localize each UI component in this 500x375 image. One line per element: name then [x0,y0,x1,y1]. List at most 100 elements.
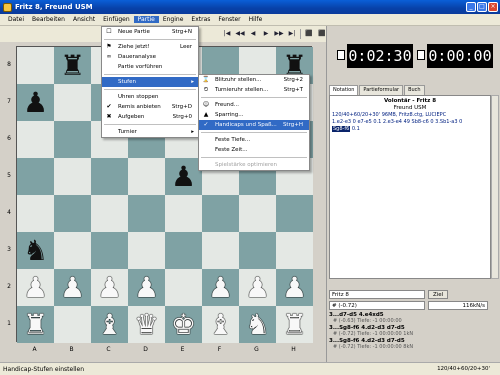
chess-piece[interactable]: ♚ [171,310,196,339]
square-g1[interactable]: ♞ [239,306,276,343]
menu-engine[interactable]: Engine [159,16,188,23]
square-g3[interactable] [239,232,276,269]
square-e1[interactable]: ♚ [165,306,202,343]
toolbar-button-2[interactable]: ◀ [248,29,258,39]
square-c4[interactable] [91,195,128,232]
menu-item-handicaps-und-spa[interactable]: ✓ Handicaps und Spaß... Strg+H [199,120,309,130]
menu-item-sparring[interactable]: ▲ Sparring... [199,110,309,120]
toolbar-button-5[interactable]: ▶| [287,29,297,39]
menu-item-partie-vorf-hren[interactable]: Partie vorführen [102,62,198,72]
chess-piece[interactable]: ♟ [208,273,233,302]
tab-partieformular[interactable]: Partieformular [359,85,404,95]
menu-datei[interactable]: Datei [4,16,28,23]
square-f1[interactable]: ♝ [202,306,239,343]
square-f2[interactable]: ♟ [202,269,239,306]
square-b8[interactable]: ♜ [54,47,91,84]
chess-piece[interactable]: ♜ [282,310,307,339]
square-h2[interactable]: ♟ [276,269,313,306]
menu-fenster[interactable]: Fenster [214,16,244,23]
menu-item-blitzuhr-stellen[interactable]: ⌛ Blitzuhr stellen... Strg+2 [199,75,309,85]
square-c5[interactable] [91,158,128,195]
square-d3[interactable] [128,232,165,269]
menu-item-remis-anbieten[interactable]: ✔ Remis anbieten Strg+D [102,102,198,112]
square-e2[interactable] [165,269,202,306]
chess-piece[interactable]: ♟ [171,162,196,191]
square-b1[interactable] [54,306,91,343]
square-a6[interactable] [17,121,54,158]
square-e3[interactable] [165,232,202,269]
square-f4[interactable] [202,195,239,232]
menu-hilfe[interactable]: Hilfe [245,16,267,23]
menu-einfügen[interactable]: Einfügen [99,16,133,23]
menu-item-uhren-stoppen[interactable]: Uhren stoppen [102,92,198,102]
chess-piece[interactable]: ♟ [97,273,122,302]
square-d2[interactable]: ♟ [128,269,165,306]
chess-piece[interactable]: ♟ [60,273,85,302]
engine-line[interactable]: 3...Sg8-f6 4.d2-d3 d7-d5 # (-0.72) Tiefe:… [329,325,499,337]
maximize-button[interactable]: □ [477,2,487,12]
chess-piece[interactable]: ♞ [245,310,270,339]
square-b6[interactable] [54,121,91,158]
square-h4[interactable] [276,195,313,232]
square-h1[interactable]: ♜ [276,306,313,343]
square-e4[interactable] [165,195,202,232]
square-a5[interactable] [17,158,54,195]
menu-partie[interactable]: Partie [133,16,159,23]
menu-item-feste-tiefe[interactable]: Feste Tiefe... [199,135,309,145]
chess-piece[interactable]: ♟ [245,273,270,302]
notation-scrollbar[interactable] [491,95,499,279]
current-move[interactable]: Sg8-f6 [332,126,351,132]
menu-item-stufen[interactable]: Stufen ▸ [102,77,198,87]
chess-piece[interactable]: ♞ [23,236,48,265]
chess-piece[interactable]: ♝ [97,310,122,339]
engine-line[interactable]: 3...Sg8-f6 4.d2-d3 d7-d5 # (-0.72) Tiefe:… [329,338,499,350]
square-d4[interactable] [128,195,165,232]
tab-buch[interactable]: Buch [404,85,425,95]
square-g4[interactable] [239,195,276,232]
menu-item-freund[interactable]: ☺ Freund... [199,100,309,110]
chess-piece[interactable]: ♜ [60,51,85,80]
menu-item-turnieruhr-stellen[interactable]: ⏲ Turnieruhr stellen... Strg+T [199,85,309,95]
menu-bearbeiten[interactable]: Bearbeiten [28,16,69,23]
menu-item-ziehe-jetzt[interactable]: ⚑ Ziehe jetzt! Leer [102,42,198,52]
square-a7[interactable]: ♟ [17,84,54,121]
square-d1[interactable]: ♛ [128,306,165,343]
square-a2[interactable]: ♟ [17,269,54,306]
chess-piece[interactable]: ♟ [134,273,159,302]
menu-item-daueranalyse[interactable]: ∞ Daueranalyse [102,52,198,62]
chess-piece[interactable]: ♟ [23,273,48,302]
square-b4[interactable] [54,195,91,232]
menu-ansicht[interactable]: Ansicht [69,16,99,23]
square-b5[interactable] [54,158,91,195]
toolbar-button-3[interactable]: ▶ [261,29,271,39]
square-g2[interactable]: ♟ [239,269,276,306]
square-a8[interactable] [17,47,54,84]
notation-panel[interactable]: Volontär - Fritz 8 Freund USM 120/40+60/… [329,95,491,279]
square-a3[interactable]: ♞ [17,232,54,269]
chess-piece[interactable]: ♜ [23,310,48,339]
square-d5[interactable] [128,158,165,195]
toolbar-button-0[interactable]: |◀ [222,29,232,39]
menu-item-feste-zeit[interactable]: Feste Zeit... [199,145,309,155]
menu-item-aufgeben[interactable]: ✖ Aufgeben Strg+0 [102,112,198,122]
chess-piece[interactable]: ♟ [282,273,307,302]
square-b2[interactable]: ♟ [54,269,91,306]
square-a1[interactable]: ♜ [17,306,54,343]
square-h3[interactable] [276,232,313,269]
close-button[interactable]: × [488,2,498,12]
square-c2[interactable]: ♟ [91,269,128,306]
square-f3[interactable] [202,232,239,269]
minimize-button[interactable]: _ [466,2,476,12]
toolbar-button-6[interactable]: ⬛ [304,29,314,39]
engine-line[interactable]: 3...d7-d5 4.e4xd5 # (-0.63) Tiefe: -1 00:… [329,312,499,324]
chess-piece[interactable]: ♛ [134,310,159,339]
square-e5[interactable]: ♟ [165,158,202,195]
menu-item-neue-partie[interactable]: ☐ Neue Partie Strg+N [102,27,198,37]
square-a4[interactable] [17,195,54,232]
tab-notation[interactable]: Notation [329,85,359,95]
chess-piece[interactable]: ♝ [208,310,233,339]
toolbar-button-1[interactable]: ◀◀ [235,29,245,39]
menu-item-turnier[interactable]: Turnier ▸ [102,127,198,137]
square-b7[interactable] [54,84,91,121]
chess-piece[interactable]: ♟ [23,88,48,117]
